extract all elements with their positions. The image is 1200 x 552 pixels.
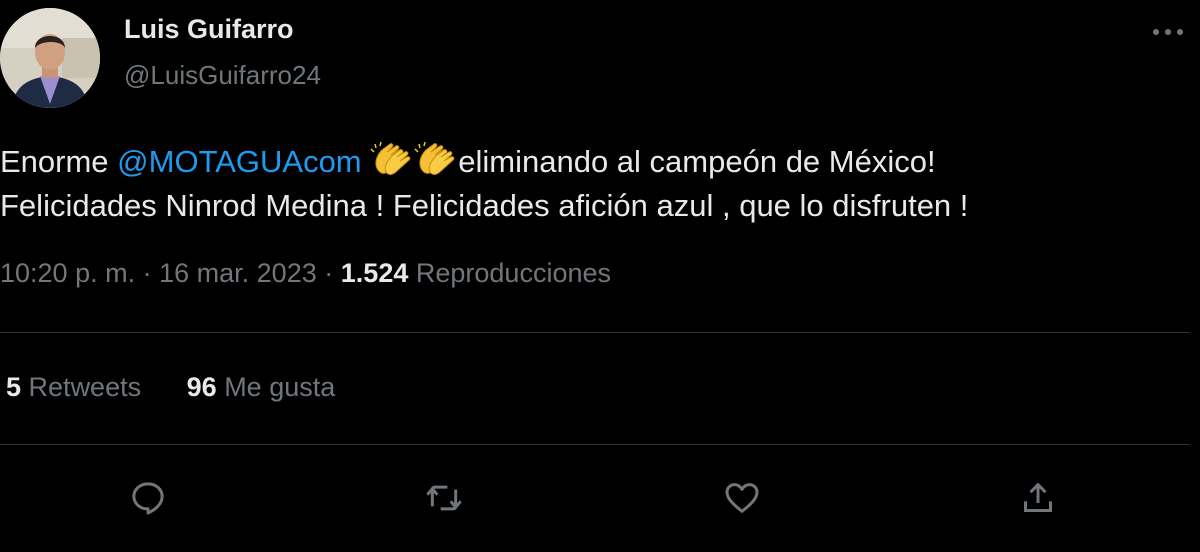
- tweet-meta: 10:20 p. m. · 16 mar. 2023 · 1.524 Repro…: [0, 258, 611, 289]
- retweets-stat[interactable]: 5 Retweets: [6, 372, 141, 403]
- meta-separator: ·: [142, 258, 152, 288]
- views-label: Reproducciones: [415, 258, 611, 288]
- more-dots-icon: [1153, 29, 1183, 35]
- tweet-time[interactable]: 10:20 p. m.: [0, 258, 135, 288]
- divider: [0, 332, 1190, 333]
- author-handle[interactable]: @LuisGuifarro24: [124, 60, 321, 91]
- divider: [0, 444, 1190, 445]
- tweet-date[interactable]: 16 mar. 2023: [159, 258, 317, 288]
- retweet-arrows-icon: [426, 485, 462, 511]
- mention-link[interactable]: @MOTAGUAcom: [117, 144, 361, 179]
- views-count: 1.524: [340, 258, 409, 288]
- avatar[interactable]: [0, 8, 100, 108]
- speech-bubble-icon: [132, 482, 164, 515]
- retweets-label: Retweets: [28, 372, 142, 402]
- share-button[interactable]: [1016, 476, 1060, 520]
- like-button[interactable]: [720, 476, 764, 520]
- tweet-text-line1-end: eliminando al campeón de México!: [458, 144, 936, 179]
- likes-label: Me gusta: [224, 372, 336, 402]
- meta-separator: ·: [324, 258, 334, 288]
- retweets-count: 5: [6, 372, 22, 402]
- author-name[interactable]: Luis Guifarro: [124, 14, 294, 45]
- tweet-text: Enorme @MOTAGUAcom eliminando al campeón…: [0, 140, 1190, 228]
- more-options-button[interactable]: [1148, 16, 1188, 48]
- likes-stat[interactable]: 96 Me gusta: [187, 372, 336, 403]
- retweet-button[interactable]: [422, 476, 466, 520]
- tweet-card: Luis Guifarro @LuisGuifarro24 Enorme @MO…: [0, 0, 1200, 552]
- tweet-stats: 5 Retweets 96 Me gusta: [6, 372, 335, 403]
- tweet-text-start: Enorme: [0, 144, 118, 179]
- heart-icon: [725, 483, 759, 513]
- clapping-hands-icon: [370, 140, 414, 180]
- reply-button[interactable]: [126, 476, 170, 520]
- share-upload-icon: [1024, 482, 1052, 512]
- tweet-text-line2: Felicidades Ninrod Medina ! Felicidades …: [0, 188, 969, 223]
- likes-count: 96: [186, 372, 217, 402]
- clapping-hands-icon: [414, 140, 458, 180]
